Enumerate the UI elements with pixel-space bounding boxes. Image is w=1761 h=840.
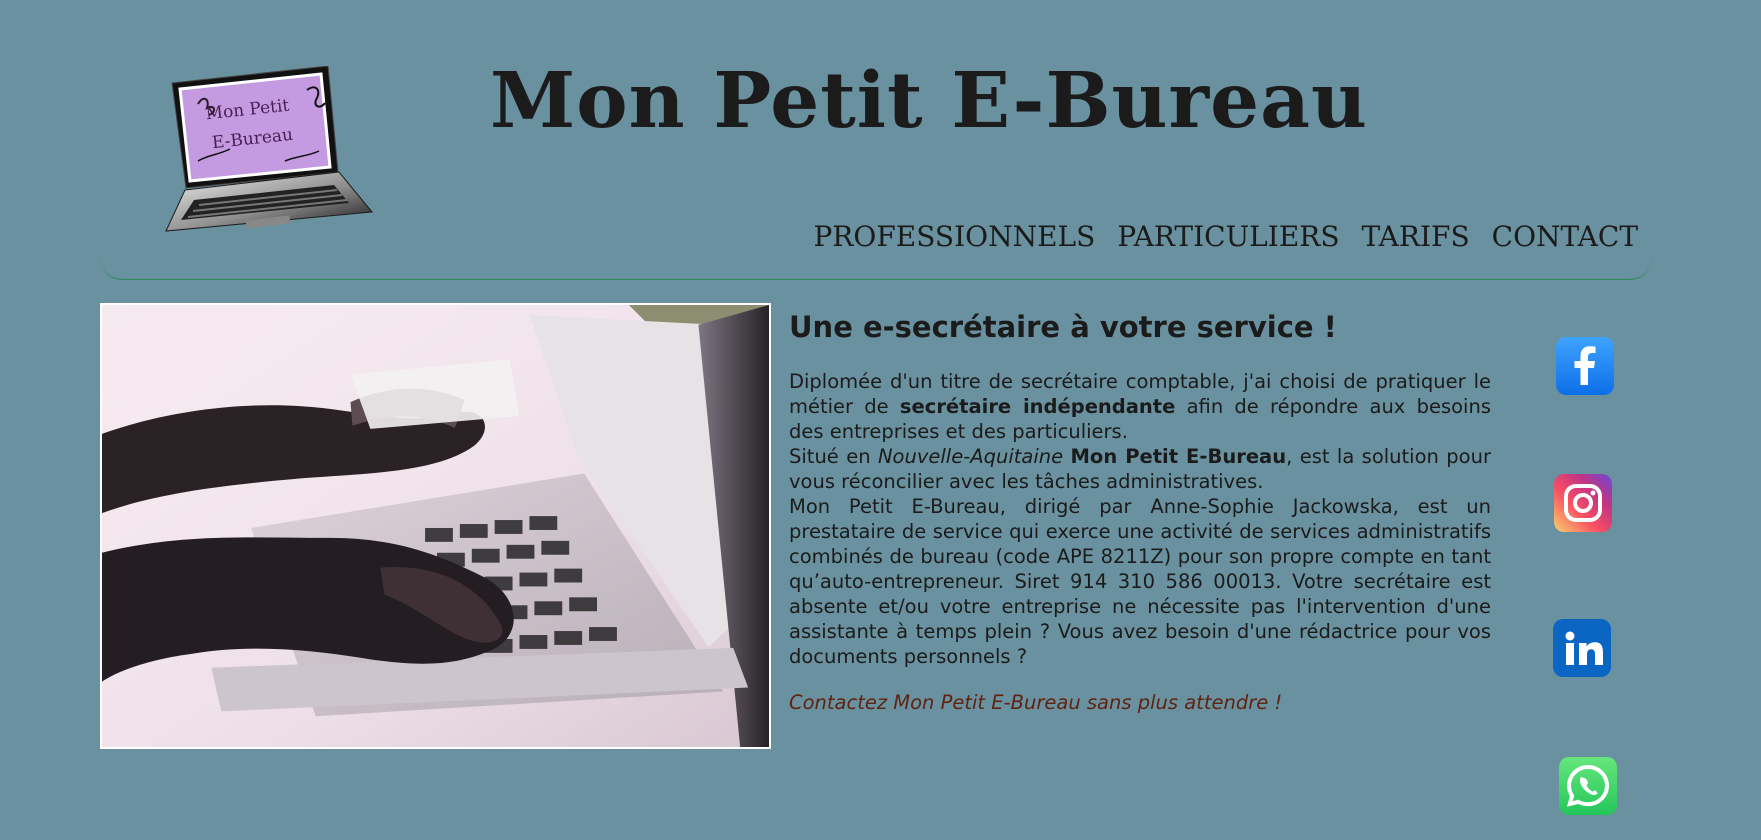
location-text-before: Situé en bbox=[789, 445, 878, 468]
contact-call-to-action: Contactez Mon Petit E-Bureau sans plus a… bbox=[789, 691, 1283, 714]
instagram-icon bbox=[1564, 484, 1602, 522]
main-content: Une e-secrétaire à votre service ! Diplo… bbox=[789, 306, 1491, 715]
laptop-logo-icon: Mon Petit E-Bureau bbox=[165, 65, 373, 232]
site-logo[interactable]: Mon Petit E-Bureau bbox=[164, 65, 374, 236]
laptop-photo bbox=[100, 303, 771, 749]
linkedin-icon bbox=[1565, 631, 1603, 665]
company-description: Mon Petit E-Bureau, dirigé par Anne-Soph… bbox=[789, 495, 1491, 668]
page-heading: Une e-secrétaire à votre service ! bbox=[789, 310, 1337, 344]
instagram-link[interactable] bbox=[1554, 474, 1612, 532]
nav-contact[interactable]: CONTACT bbox=[1492, 220, 1638, 253]
linkedin-link[interactable] bbox=[1553, 619, 1611, 677]
intro-paragraph: Diplomée d'un titre de secrétaire compta… bbox=[789, 369, 1491, 444]
whatsapp-icon bbox=[1566, 764, 1610, 807]
main-navigation: PROFESSIONNELS PARTICULIERS TARIFS CONTA… bbox=[813, 220, 1638, 253]
location-paragraph: Situé en Nouvelle-Aquitaine Mon Petit E-… bbox=[789, 444, 1491, 494]
company-name-bold: Mon Petit E-Bureau bbox=[1070, 445, 1287, 468]
whatsapp-link[interactable] bbox=[1559, 757, 1617, 815]
site-title: Mon Petit E-Bureau bbox=[490, 56, 1368, 146]
intro-bold-text: secrétaire indépendante bbox=[899, 395, 1176, 418]
facebook-icon bbox=[1574, 346, 1596, 385]
facebook-link[interactable] bbox=[1556, 337, 1614, 395]
location-space bbox=[1063, 445, 1070, 468]
site-header: Mon Petit E-Bureau Mon Petit E-Bureau PR… bbox=[100, 0, 1652, 280]
region-text: Nouvelle-Aquitaine bbox=[877, 445, 1064, 468]
hands-on-laptop-image bbox=[102, 305, 769, 747]
nav-particuliers[interactable]: PARTICULIERS bbox=[1117, 220, 1339, 253]
nav-tarifs[interactable]: TARIFS bbox=[1362, 220, 1470, 253]
nav-professionnels[interactable]: PROFESSIONNELS bbox=[813, 220, 1095, 253]
